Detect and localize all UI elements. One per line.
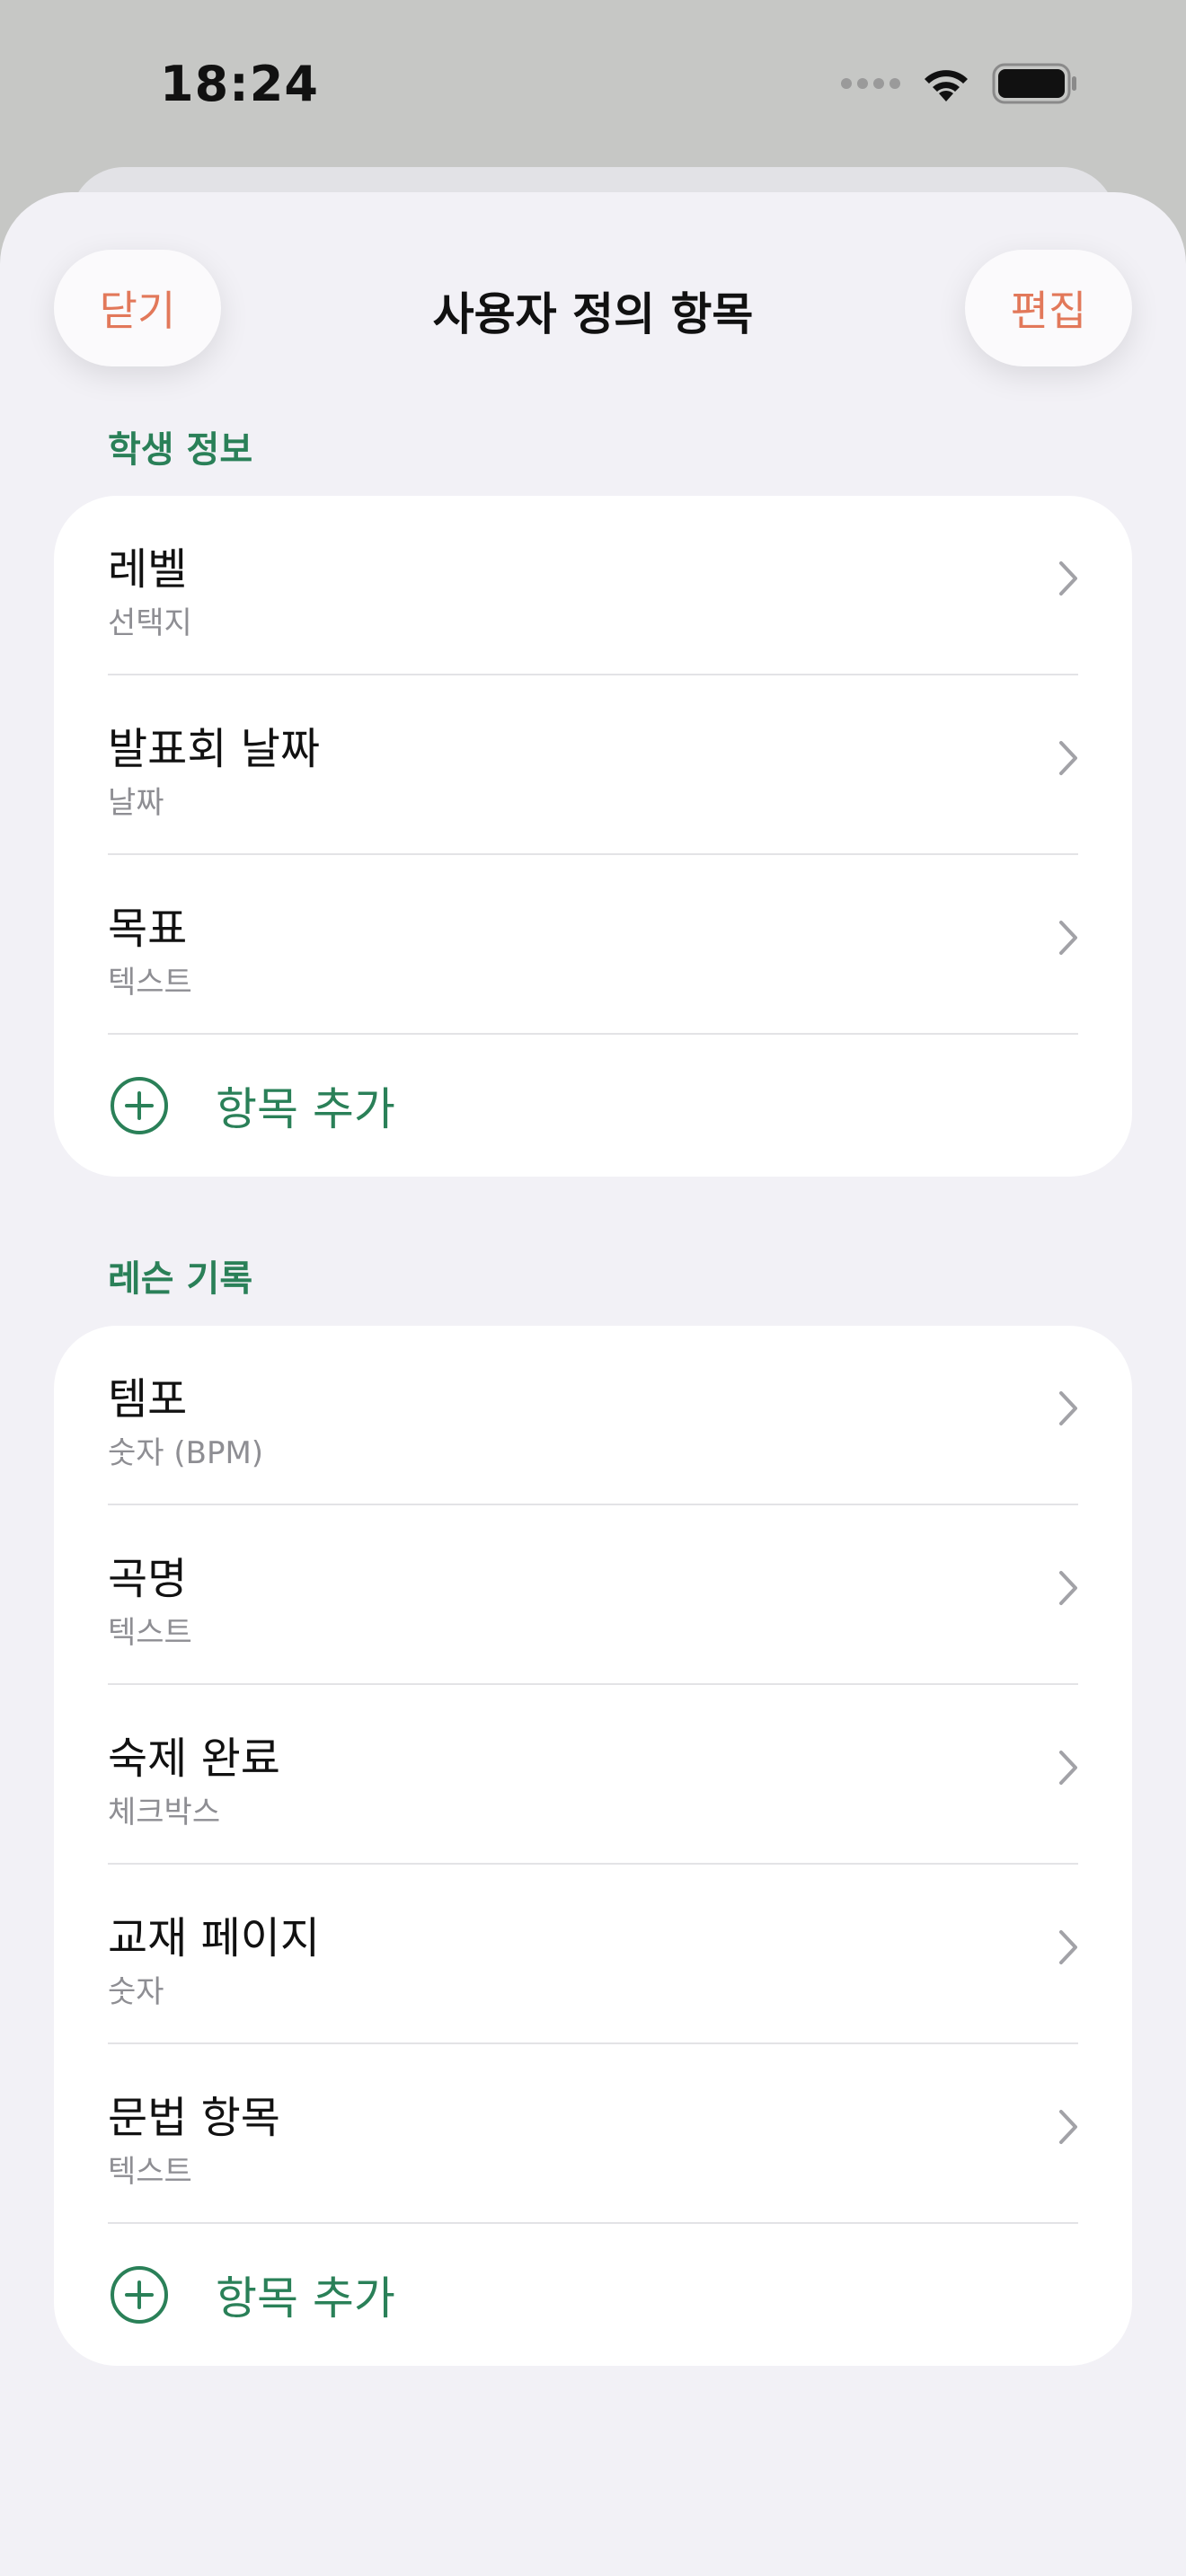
custom-fields-sheet: 닫기 사용자 정의 항목 편집 학생 정보 레벨 선택지 발표회 날짜 날짜 목… [0,192,1186,2576]
cellular-signal-icon [841,78,900,89]
field-title: 목표 [108,904,188,954]
field-type: 날짜 [108,785,164,821]
chevron-right-icon [1059,561,1077,595]
field-type: 텍스트 [108,965,192,1001]
status-bar: 18:24 [0,0,1186,171]
edit-button[interactable]: 편집 [965,250,1132,366]
field-row-textbook-page[interactable]: 교재 페이지 숫자 [108,1865,1078,2044]
chevron-right-icon [1059,1571,1077,1605]
field-title: 곡명 [108,1554,188,1604]
add-field-button[interactable]: 항목 추가 [108,1035,1078,1177]
field-type: 숫자 (BPM) [108,1435,264,1471]
add-field-label: 항목 추가 [216,2272,395,2325]
field-title: 발표회 날짜 [108,724,321,774]
battery-icon [992,63,1076,104]
lesson-log-card: 템포 숫자 (BPM) 곡명 텍스트 숙제 완료 체크박스 교재 페이지 숫자 … [54,1326,1132,2366]
section-header-student-info: 학생 정보 [108,429,253,471]
chevron-right-icon [1059,1930,1077,1964]
add-field-label: 항목 추가 [216,1083,395,1135]
field-row-tempo[interactable]: 템포 숫자 (BPM) [108,1326,1078,1505]
field-row-song-title[interactable]: 곡명 텍스트 [108,1505,1078,1685]
plus-circle-icon [111,2266,168,2324]
field-row-recital-date[interactable]: 발표회 날짜 날짜 [108,675,1078,855]
wifi-icon [925,70,968,101]
status-time: 18:24 [160,56,319,112]
status-icons [841,63,1078,104]
field-title: 숙제 완료 [108,1734,280,1784]
chevron-right-icon [1059,1391,1077,1425]
field-row-grammar-item[interactable]: 문법 항목 텍스트 [108,2044,1078,2224]
field-row-goal[interactable]: 목표 텍스트 [108,855,1078,1035]
chevron-right-icon [1059,1751,1077,1785]
field-title: 레벨 [108,544,188,595]
field-type: 텍스트 [108,2154,192,2190]
chevron-right-icon [1059,2110,1077,2144]
field-type: 체크박스 [108,1795,221,1831]
student-info-card: 레벨 선택지 발표회 날짜 날짜 목표 텍스트 항목 추가 [54,496,1132,1177]
add-field-button[interactable]: 항목 추가 [108,2224,1078,2366]
field-title: 교재 페이지 [108,1913,321,1963]
field-type: 텍스트 [108,1615,192,1651]
field-type: 숫자 [108,1974,164,2010]
field-title: 템포 [108,1374,188,1425]
field-type: 선택지 [108,605,192,641]
section-header-lesson-log: 레슨 기록 [108,1258,253,1300]
plus-circle-icon [111,1077,168,1134]
field-row-level[interactable]: 레벨 선택지 [108,496,1078,675]
field-row-homework-done[interactable]: 숙제 완료 체크박스 [108,1685,1078,1865]
field-title: 문법 항목 [108,2093,280,2143]
chevron-right-icon [1059,741,1077,775]
chevron-right-icon [1059,921,1077,955]
